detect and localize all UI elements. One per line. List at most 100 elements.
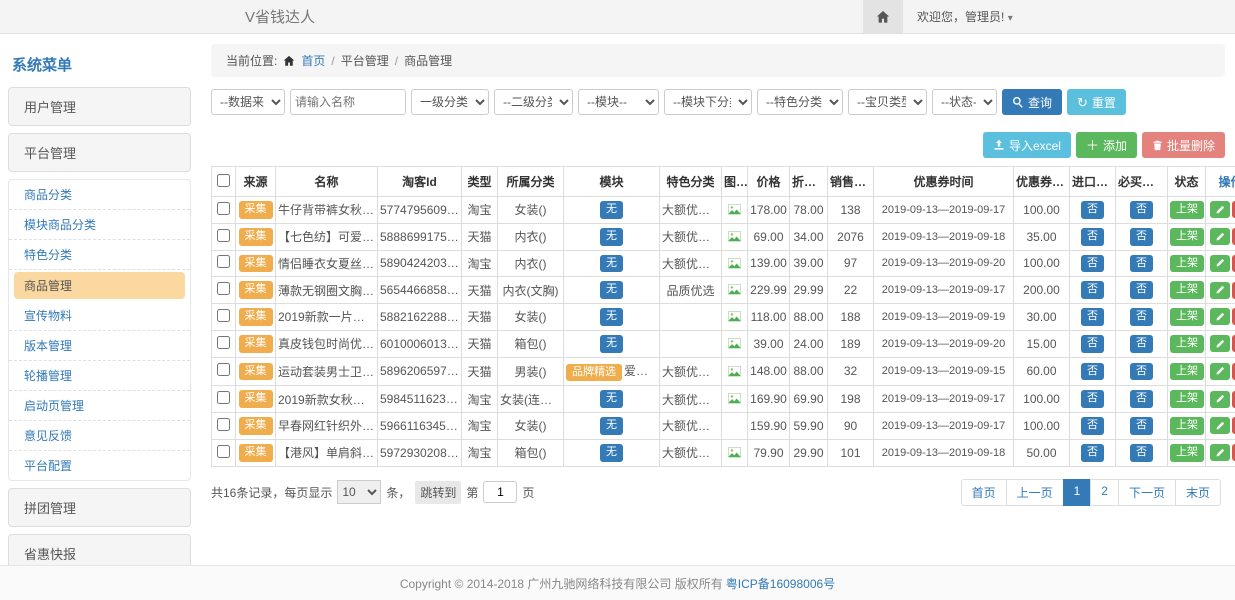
delete-button[interactable]	[1232, 363, 1235, 380]
delete-button[interactable]	[1232, 282, 1235, 299]
home-button[interactable]	[863, 0, 903, 33]
filter-select[interactable]: --模块--	[578, 89, 659, 115]
delete-button[interactable]	[1232, 417, 1235, 434]
page-button[interactable]: 末页	[1175, 479, 1221, 506]
sidebar-subitem[interactable]: 特色分类	[9, 240, 190, 270]
import-excel-label: 导入excel	[1009, 137, 1061, 154]
taoke-id: 589042420344	[378, 250, 462, 277]
edit-button[interactable]	[1210, 444, 1230, 461]
coupon-time: 2019-09-13—2019-09-18	[874, 223, 1014, 250]
page-button[interactable]: 1	[1063, 479, 1092, 506]
user-menu[interactable]: 欢迎您，管理员! ▾	[903, 8, 1027, 25]
product-category: 女装(连衣裙)	[498, 386, 564, 413]
source-badge: 采集	[239, 308, 273, 326]
filter-select[interactable]: --数据来源--	[211, 89, 285, 115]
delete-button[interactable]	[1232, 444, 1235, 461]
special-category: 大额优惠券	[660, 250, 722, 277]
products-table: 来源名称淘客Id类型所属分类模块特色分类图标价格折后价销售数量优惠券时间优惠券金…	[211, 166, 1235, 467]
row-checkbox[interactable]	[217, 391, 230, 404]
delete-button[interactable]	[1232, 228, 1235, 245]
row-checkbox[interactable]	[217, 445, 230, 458]
page-button[interactable]: 上一页	[1006, 479, 1064, 506]
add-button[interactable]: ＋ 添加	[1076, 132, 1137, 158]
row-checkbox[interactable]	[217, 202, 230, 215]
row-checkbox[interactable]	[217, 336, 230, 349]
delete-button[interactable]	[1232, 308, 1235, 325]
filter-select[interactable]: --二级分类--	[494, 89, 573, 115]
filter-select[interactable]: --模块下分类--	[664, 89, 752, 115]
import-excel-button[interactable]: 导入excel	[983, 132, 1071, 158]
page-button[interactable]: 2	[1090, 479, 1119, 506]
page-button[interactable]: 首页	[961, 479, 1007, 506]
product-category: 女装()	[498, 197, 564, 224]
batch-delete-button[interactable]: 批量删除	[1142, 132, 1225, 158]
filter-select[interactable]: --状态--	[932, 89, 997, 115]
sidebar-subitem[interactable]: 轮播管理	[9, 361, 190, 391]
sidebar-subitem[interactable]: 平台配置	[9, 451, 190, 480]
filter-select[interactable]: 一级分类	[411, 89, 489, 115]
select-all-checkbox[interactable]	[217, 174, 230, 187]
row-checkbox[interactable]	[217, 229, 230, 242]
module-cell: 无	[564, 386, 660, 413]
edit-icon	[1215, 448, 1225, 458]
sidebar-subitem[interactable]: 宣传物料	[9, 301, 190, 331]
search-button[interactable]: 查询	[1002, 89, 1062, 115]
product-name: 真皮钱包时尚优雅女士...	[276, 330, 378, 357]
name-search-input[interactable]	[290, 89, 406, 115]
page-number-input[interactable]	[483, 481, 517, 503]
sidebar-subitem[interactable]: 启动页管理	[9, 391, 190, 421]
filter-select[interactable]: --宝贝类型--	[848, 89, 927, 115]
delete-button[interactable]	[1232, 391, 1235, 408]
icp-link[interactable]: 粤ICP备16098006号	[726, 575, 835, 592]
column-header: 模块	[564, 167, 660, 197]
row-checkbox[interactable]	[217, 255, 230, 268]
image-icon	[727, 338, 742, 351]
must-buy-badge: 否	[1130, 444, 1153, 462]
breadcrumb-home-link[interactable]: 首页	[301, 52, 325, 69]
page-button[interactable]: 下一页	[1118, 479, 1176, 506]
reset-button[interactable]: ↻ 重置	[1067, 89, 1126, 115]
filter-select[interactable]: --特色分类--	[757, 89, 843, 115]
must-buy-badge: 否	[1130, 281, 1153, 299]
delete-button[interactable]	[1232, 335, 1235, 352]
edit-button[interactable]	[1210, 335, 1230, 352]
sidebar-subitem[interactable]: 商品分类	[9, 180, 190, 210]
column-header: 图标	[722, 167, 748, 197]
delete-button[interactable]	[1232, 255, 1235, 272]
table-row: 采集【七色纺】可爱纯棉家...588869917501天猫内衣()无大额优惠券6…	[212, 223, 1235, 250]
edit-button[interactable]	[1210, 391, 1230, 408]
discount-price: 29.90	[790, 439, 828, 466]
sidebar-subitem[interactable]: 意见反馈	[9, 421, 190, 451]
source-badge: 采集	[239, 228, 273, 246]
row-checkbox[interactable]	[217, 363, 230, 376]
sidebar-item[interactable]: 平台管理	[8, 133, 191, 172]
discount-price: 88.00	[790, 304, 828, 331]
sales-count: 2076	[828, 223, 874, 250]
coupon-time: 2019-09-13—2019-09-19	[874, 304, 1014, 331]
edit-button[interactable]	[1210, 282, 1230, 299]
product-type: 淘宝	[462, 250, 498, 277]
per-page-select[interactable]: 10	[337, 480, 381, 504]
sidebar-subitem[interactable]: 模块商品分类	[9, 210, 190, 240]
table-row: 采集真皮钱包时尚优雅女士...601000601341天猫箱包()无39.002…	[212, 330, 1235, 357]
sidebar-subitem[interactable]: 版本管理	[9, 331, 190, 361]
edit-button[interactable]	[1210, 255, 1230, 272]
edit-button[interactable]	[1210, 201, 1230, 218]
edit-button[interactable]	[1210, 228, 1230, 245]
sidebar-item[interactable]: 用户管理	[8, 87, 191, 126]
icon-cell	[722, 223, 748, 250]
source-badge: 采集	[239, 281, 273, 299]
sidebar-item[interactable]: 省惠快报	[8, 534, 191, 565]
edit-button[interactable]	[1210, 417, 1230, 434]
status-badge: 上架	[1170, 228, 1204, 246]
row-checkbox[interactable]	[217, 282, 230, 295]
sidebar-item[interactable]: 拼团管理	[8, 488, 191, 527]
status-badge: 上架	[1170, 335, 1204, 353]
product-name: 【七色纺】可爱纯棉家...	[276, 223, 378, 250]
row-checkbox[interactable]	[217, 418, 230, 431]
sidebar-subitem[interactable]: 商品管理	[14, 272, 185, 299]
edit-button[interactable]	[1210, 363, 1230, 380]
edit-button[interactable]	[1210, 308, 1230, 325]
delete-button[interactable]	[1232, 201, 1235, 218]
row-checkbox[interactable]	[217, 309, 230, 322]
